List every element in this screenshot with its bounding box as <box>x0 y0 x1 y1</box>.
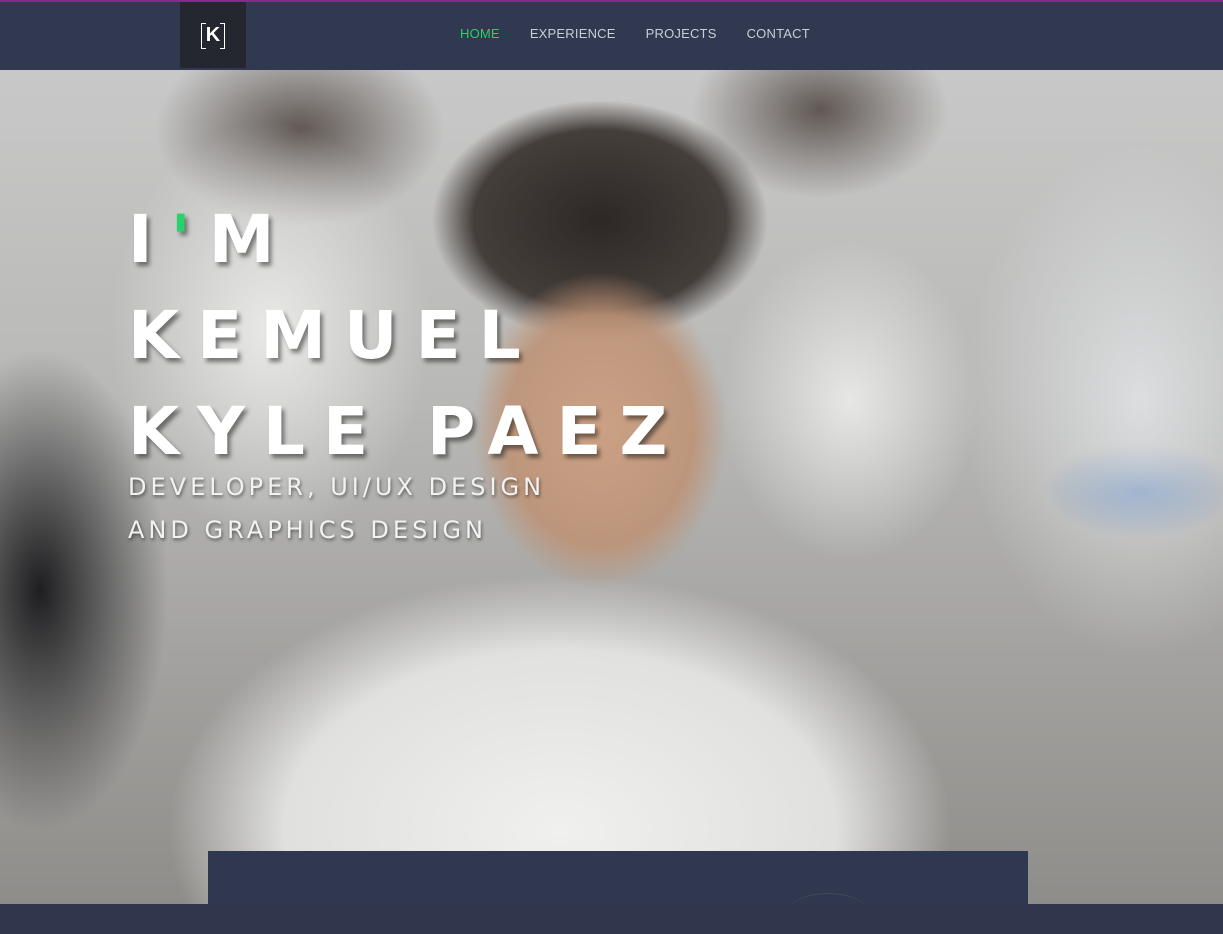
hero-title-line1: I'M <box>128 201 292 278</box>
hero-title-line2: KEMUEL <box>128 297 539 374</box>
k-bracket-logo-icon: K <box>201 23 225 49</box>
main-nav: HOME EXPERIENCE PROJECTS CONTACT <box>460 26 840 41</box>
logo-bracket-left <box>201 23 206 49</box>
hero-subtitle-line2: AND GRAPHICS DESIGN <box>128 516 487 544</box>
hero-title: I'M KEMUEL KYLE PAEZ <box>128 192 685 480</box>
hero-title-m: M <box>208 201 293 278</box>
nav-projects-link[interactable]: PROJECTS <box>646 26 717 41</box>
panel-avatar-arc <box>788 893 868 934</box>
navbar: K HOME EXPERIENCE PROJECTS CONTACT <box>0 2 1223 70</box>
nav-contact-link[interactable]: CONTACT <box>747 26 810 41</box>
content-panel <box>208 851 1028 904</box>
hero-title-line3: KYLE PAEZ <box>128 393 686 470</box>
hero-subtitle: DEVELOPER, UI/UX DESIGN AND GRAPHICS DESI… <box>128 466 545 552</box>
hero-title-apostrophe: ' <box>170 201 209 278</box>
hero-title-i: I <box>128 201 171 278</box>
logo-bracket-right <box>220 23 225 49</box>
logo-letter: K <box>205 24 221 46</box>
nav-home-link[interactable]: HOME <box>460 26 500 41</box>
hero-subtitle-line1: DEVELOPER, UI/UX DESIGN <box>128 473 546 501</box>
nav-experience-link[interactable]: EXPERIENCE <box>530 26 616 41</box>
site-logo[interactable]: K <box>180 2 246 68</box>
